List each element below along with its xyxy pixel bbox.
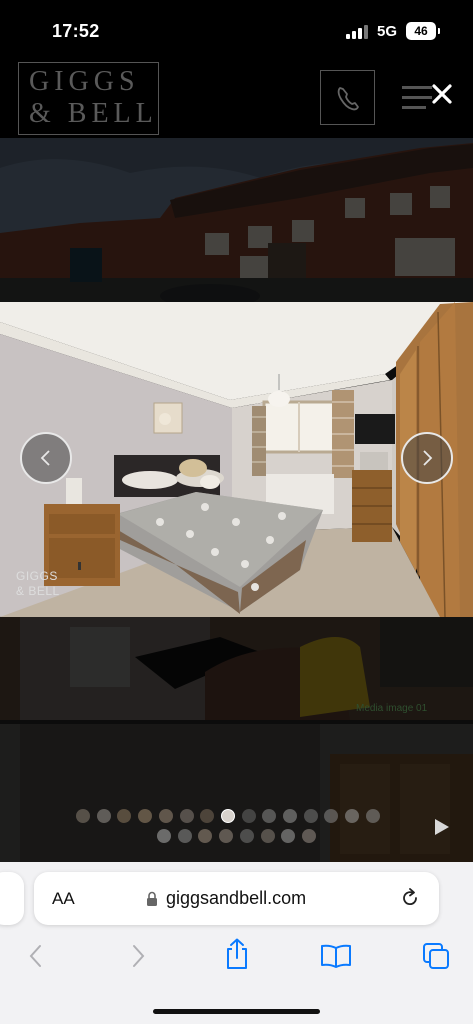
network-type: 5G [377,23,398,40]
watermark-line-1: GIGGS [16,569,58,583]
battery-icon: 46 [406,22,440,40]
thumbnail-dot[interactable] [260,829,275,843]
slideshow-play-button[interactable] [433,818,451,841]
media-label: Media image 01 [356,703,428,714]
thumbnail-dot[interactable] [239,829,254,843]
gallery-photo-next-2 [0,724,473,862]
bookmarks-icon[interactable] [320,944,352,968]
thumbnail-dot-active[interactable] [220,809,235,823]
back-button[interactable] [26,942,46,970]
site-logo[interactable]: GIGGS & BELL [18,62,159,135]
battery-level: 46 [414,24,428,38]
phone-button[interactable] [320,70,375,125]
url-text: giggsandbell.com [166,888,307,908]
site-header: GIGGS & BELL [0,60,473,138]
menu-button[interactable] [400,80,456,116]
thumbnail-dot[interactable] [219,829,234,843]
forward-button[interactable] [128,942,148,970]
play-icon [435,819,449,835]
logo-line-1: GIGGS [29,66,140,97]
chevron-right-icon [423,450,433,466]
aa-label: AA [52,889,75,908]
watermark-line-2: & BELL [16,584,60,598]
gallery-photo-previous [0,138,473,302]
status-time: 17:52 [52,21,100,41]
reload-icon[interactable] [399,887,421,909]
signal-icon [346,25,370,39]
thumbnail-dot[interactable] [76,809,90,823]
close-icon [432,84,452,104]
chevron-left-icon [40,450,50,466]
thumbnail-dot[interactable] [179,809,194,823]
thumbnail-dot[interactable] [283,809,297,823]
thumbnail-dot[interactable] [303,809,318,823]
thumbnail-dot[interactable] [345,809,360,823]
tabs-icon[interactable] [422,942,452,970]
thumbnail-dot[interactable] [241,809,256,823]
thumbnail-dot[interactable] [138,809,153,823]
status-bar: 17:52 5G 46 [0,0,473,60]
thumbnail-dot[interactable] [158,809,173,823]
reader-options-button[interactable]: AA [52,889,75,909]
previous-photo-button[interactable] [20,432,72,484]
thumbnail-dot[interactable] [301,829,316,843]
thumbnail-dot[interactable] [177,829,192,843]
logo-line-2: & BELL [29,98,158,129]
address-bar[interactable]: AA giggsandbell.com [34,872,439,925]
phone-icon [337,87,359,111]
lock-icon [147,891,157,906]
thumbnail-dot[interactable] [96,809,111,823]
home-indicator [153,1009,320,1014]
thumbnail-dot[interactable] [157,829,171,843]
browser-toolbar: AA giggsandbell.com [0,862,473,1024]
thumbnail-dot[interactable] [365,809,380,823]
share-icon[interactable] [224,938,250,970]
photo-watermark: GIGGS & BELL [16,569,60,599]
previous-tab-preview[interactable] [0,872,24,925]
next-photo-button[interactable] [401,432,453,484]
screen: 17:52 5G 46 GIGGS & BELL Media image 01 … [0,0,473,1024]
